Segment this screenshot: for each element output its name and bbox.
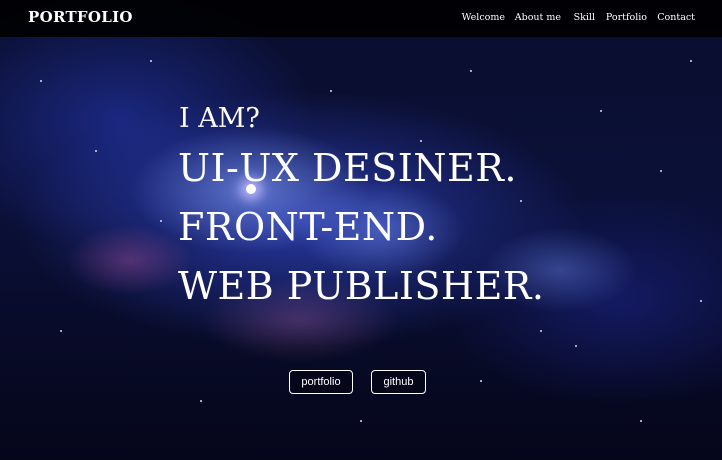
star: [600, 110, 602, 112]
nav-item-portfolio[interactable]: Portfolio: [606, 12, 647, 23]
github-button[interactable]: github: [371, 370, 426, 394]
star: [360, 420, 362, 422]
star: [95, 150, 97, 152]
star: [520, 200, 522, 202]
portfolio-button[interactable]: portfolio: [289, 370, 353, 394]
nav-item-contact[interactable]: Contact: [657, 12, 695, 23]
star: [575, 345, 577, 347]
star: [330, 90, 332, 92]
star: [40, 80, 42, 82]
star: [200, 400, 202, 402]
nav-item-welcome[interactable]: Welcome: [462, 12, 505, 23]
star: [700, 300, 702, 302]
nav-item-about-me[interactable]: About me: [515, 12, 561, 23]
star: [660, 170, 662, 172]
star: [480, 380, 482, 382]
star: [160, 220, 162, 222]
top-navbar: PORTFOLIO Welcome About me Skill Portfol…: [0, 0, 722, 37]
star: [640, 420, 642, 422]
hero-role-2: FRONT-END.: [178, 205, 438, 249]
hero-intro: I AM?: [179, 103, 260, 134]
star: [150, 60, 152, 62]
site-logo[interactable]: PORTFOLIO: [28, 8, 133, 26]
star: [60, 330, 62, 332]
nav-item-skill[interactable]: Skill: [574, 12, 595, 23]
hero-role-1: UI-UX DESINER.: [178, 146, 517, 190]
star: [420, 140, 422, 142]
star: [540, 330, 542, 332]
star: [470, 70, 472, 72]
star: [690, 60, 692, 62]
hero-role-3: WEB PUBLISHER.: [178, 264, 545, 308]
